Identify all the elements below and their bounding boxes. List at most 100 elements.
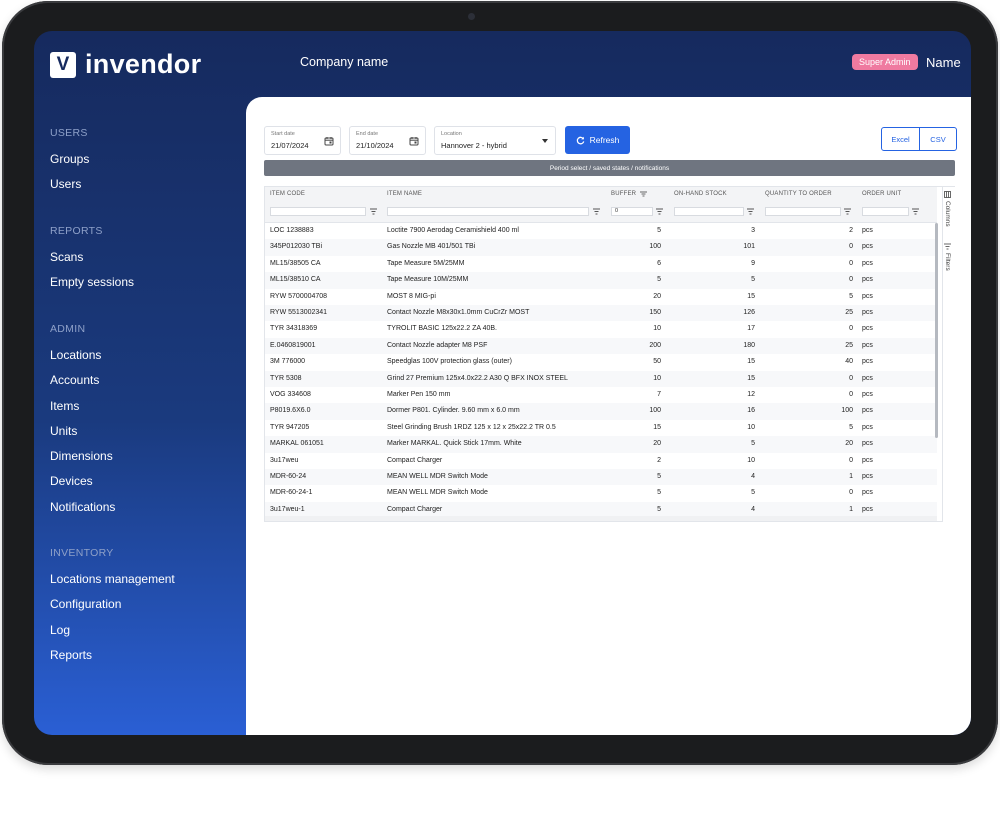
table-row[interactable]: P8019.6X6.0 Dormer P801. Cylinder. 9.60 m… <box>265 403 937 420</box>
filters-tab[interactable]: Filters <box>944 243 951 271</box>
table-row[interactable]: E.0460819001 Contact Nozzle adapter M8 PS… <box>265 337 937 355</box>
cell-quantity-to-order: 100 <box>841 407 853 415</box>
table-row[interactable]: 345P012030 TBi Gas Nozzle MB 401/501 TBi 1… <box>265 239 937 256</box>
sidebar-item-scans[interactable]: Scans <box>50 249 134 274</box>
filter-icon[interactable] <box>370 208 377 215</box>
sidebar-item-users[interactable]: Users <box>50 176 89 201</box>
qty-order-filter-input[interactable] <box>765 207 841 216</box>
cell-order-unit: pcs <box>862 423 873 431</box>
table-row[interactable]: ML15/38505 CA Tape Measure 5M/25MM 6 9 0 pcs <box>265 256 937 272</box>
refresh-icon <box>576 136 584 144</box>
cell-item-code: TYR 5308 <box>270 374 302 382</box>
cell-item-code: TYR 34318369 <box>270 325 318 333</box>
cell-item-code: MDR-60-24 <box>270 473 307 480</box>
location-select[interactable]: Location Hannover 2 - hybrid <box>434 126 556 155</box>
top-bar: V invendor Company name Super Admin Name <box>34 31 971 97</box>
sidebar-item-reports[interactable]: Reports <box>50 647 175 672</box>
cell-item-name: Speedglas 100V protection glass (outer) <box>387 358 512 366</box>
cell-order-unit: pcs <box>862 440 873 448</box>
sidebar-item-notifications[interactable]: Notifications <box>50 499 115 524</box>
cell-item-code: 3u17weu-1 <box>270 505 305 513</box>
filter-icon[interactable] <box>912 208 919 215</box>
table-row[interactable]: MDR-60-24-1 MEAN WELL MDR Switch Mode 5 5 0 p… <box>265 485 937 501</box>
filter-icon[interactable] <box>593 208 600 215</box>
sidebar-item-devices[interactable]: Devices <box>50 473 115 498</box>
app-screen: V invendor Company name Super Admin Name… <box>34 31 971 735</box>
table-row[interactable]: LOC 1238883 Loctite 7900 Aerodag Ceramish… <box>265 223 937 239</box>
excel-button[interactable]: Excel <box>882 128 919 150</box>
cell-buffer: 50 <box>653 358 661 366</box>
col-on-hand-stock[interactable]: ON-HAND STOCK <box>674 191 727 197</box>
sidebar-item-dimensions[interactable]: Dimensions <box>50 448 115 473</box>
table-row[interactable]: 3u17weu Compact Charger 2 10 0 pcs <box>265 453 937 469</box>
sidebar-item-log[interactable]: Log <box>50 622 175 647</box>
scroll-thumb[interactable] <box>935 223 938 438</box>
cell-buffer: 5 <box>657 276 661 284</box>
table-row[interactable]: 3M 776000 Speedglas 100V protection glass… <box>265 354 937 370</box>
cell-quantity-to-order: 0 <box>849 243 853 251</box>
horizontal-scrollbar[interactable] <box>265 516 937 521</box>
calendar-icon[interactable] <box>324 136 334 146</box>
period-bar[interactable]: Period select / saved states / notificat… <box>264 160 955 176</box>
table-row[interactable]: RYW 5700004708 MOST 8 MIG-pi 20 15 5 pcs <box>265 289 937 305</box>
table-row[interactable]: VOG 334608 Marker Pen 150 mm 7 12 0 pcs <box>265 387 937 403</box>
sidebar-item-units[interactable]: Units <box>50 423 115 448</box>
col-quantity-to-order[interactable]: QUANTITY TO ORDER <box>765 191 832 197</box>
cell-on-hand-stock: 9 <box>751 259 755 267</box>
table-row[interactable]: TYR 34318369 TYROLIT BASIC 125x22.2 ZA 40… <box>265 321 937 337</box>
role-badge: Super Admin <box>852 54 918 70</box>
cell-buffer: 10 <box>653 374 661 382</box>
sidebar-item-empty-sessions[interactable]: Empty sessions <box>50 274 134 299</box>
sidebar-item-items[interactable]: Items <box>50 398 115 423</box>
end-date-field[interactable]: End date 21/10/2024 <box>349 126 426 155</box>
cell-on-hand-stock: 10 <box>747 456 755 464</box>
user-name[interactable]: Name <box>926 55 961 70</box>
csv-button[interactable]: CSV <box>919 128 956 150</box>
cell-buffer: 6 <box>657 259 661 267</box>
table-row[interactable]: MDR-60-24 MEAN WELL MDR Switch Mode 5 4 1 pcs <box>265 469 937 486</box>
cell-quantity-to-order: 2 <box>849 227 853 234</box>
refresh-label: Refresh <box>589 135 620 145</box>
columns-icon <box>944 191 951 198</box>
sidebar-item-accounts[interactable]: Accounts <box>50 372 115 397</box>
col-buffer[interactable]: BUFFER <box>611 191 648 197</box>
cell-order-unit: pcs <box>862 276 873 284</box>
sidebar-section-admin: ADMIN Locations Accounts Items Units Dim… <box>50 323 115 524</box>
start-date-field[interactable]: Start date 21/07/2024 <box>264 126 341 155</box>
table-row[interactable]: ML15/38510 CA Tape Measure 10M/25MM 5 5 0 pcs <box>265 272 937 289</box>
sidebar-item-configuration[interactable]: Configuration <box>50 596 175 621</box>
cell-item-code: MDR-60-24-1 <box>270 489 313 497</box>
calendar-icon[interactable] <box>409 136 419 146</box>
col-item-code[interactable]: ITEM CODE <box>270 191 305 197</box>
table-row[interactable]: TYR 5308 Grind 27 Premium 125x4.0x22.2 A3… <box>265 370 937 387</box>
filter-icon[interactable] <box>844 208 851 215</box>
sidebar-item-locations[interactable]: Locations <box>50 347 115 372</box>
cell-order-unit: pcs <box>862 309 873 316</box>
filter-icon[interactable] <box>747 208 754 215</box>
cell-buffer: 200 <box>649 341 661 349</box>
cell-on-hand-stock: 12 <box>747 391 755 398</box>
on-hand-filter-input[interactable] <box>674 207 744 216</box>
cell-item-name: MEAN WELL MDR Switch Mode <box>387 489 488 497</box>
cell-order-unit: pcs <box>862 456 873 464</box>
cell-order-unit: pcs <box>862 292 873 300</box>
col-order-unit[interactable]: ORDER UNIT <box>862 191 901 197</box>
order-unit-filter-input[interactable] <box>862 207 909 216</box>
item-name-filter-input[interactable] <box>387 207 589 216</box>
filter-icon[interactable] <box>656 208 663 215</box>
columns-tab[interactable]: Columns <box>944 191 951 227</box>
sidebar-item-locations-management[interactable]: Locations management <box>50 571 175 596</box>
refresh-button[interactable]: Refresh <box>565 126 630 154</box>
cell-item-name: Contact Nozzle adapter M8 PSF <box>387 341 488 349</box>
table-row[interactable]: MARKAL 061051 Marker MARKAL. Quick Stick … <box>265 436 937 453</box>
table-row[interactable]: TYR 947205 Steel Grinding Brush 1RDZ 125 … <box>265 420 937 436</box>
sidebar-item-groups[interactable]: Groups <box>50 151 89 176</box>
vertical-scrollbar[interactable] <box>934 223 939 518</box>
cell-on-hand-stock: 5 <box>751 440 755 448</box>
table-row[interactable]: 3u17weu-1 Compact Charger 5 4 1 pcs <box>265 501 937 516</box>
brand-logo[interactable]: V invendor <box>50 49 201 80</box>
table-row[interactable]: RYW 5513002341 Contact Nozzle M8x30x1.0mm… <box>265 305 937 322</box>
col-item-name[interactable]: ITEM NAME <box>387 191 422 197</box>
item-code-filter-input[interactable] <box>270 207 366 216</box>
buffer-filter-input[interactable]: 0 <box>611 207 653 216</box>
